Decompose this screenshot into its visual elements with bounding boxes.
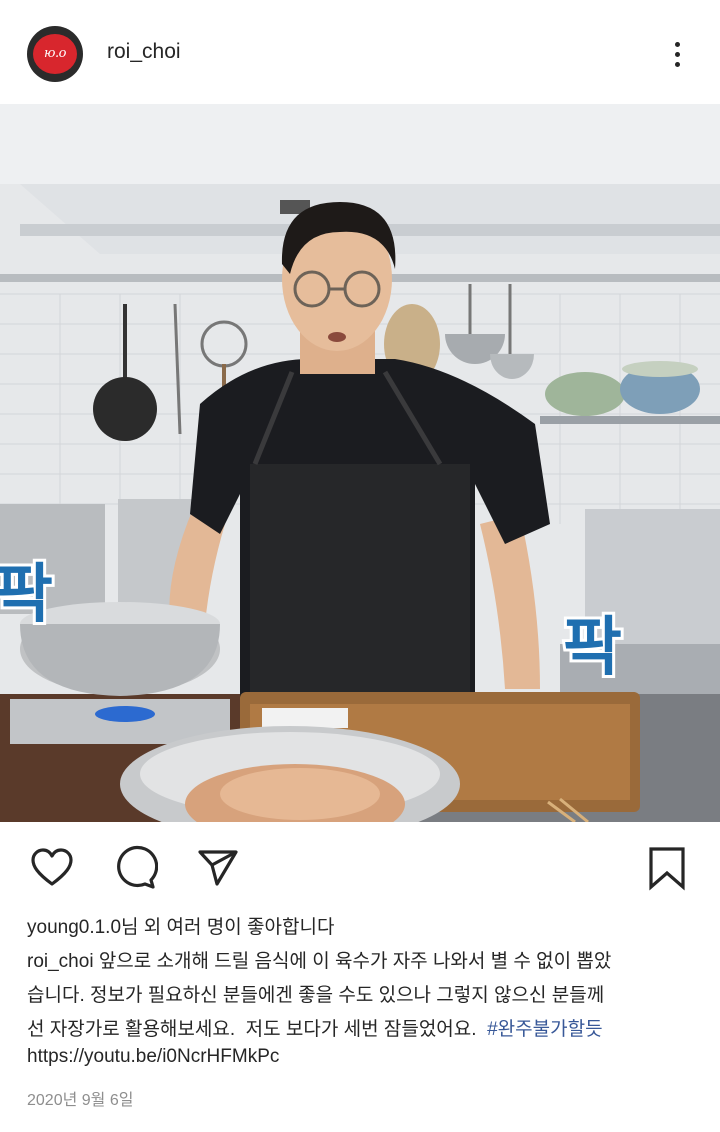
share-button[interactable] [196,845,242,891]
more-options-icon[interactable] [664,36,692,72]
caption-username[interactable]: roi_choi [27,951,94,972]
caption-line-2: 습니다. 정보가 필요하신 분들에겐 좋을 수도 있으나 그렇지 않으신 분들께 [27,985,605,1006]
post-header: ю.о roi_choi [0,0,720,104]
hashtag-link[interactable]: #완주불가할듯 [487,1019,602,1040]
comment-icon [117,845,159,889]
kitchen-scene: 팍 팍 [0,104,720,822]
overlay-text-left: 팍 [0,558,53,632]
avatar-logo: ю.о [33,34,77,74]
bookmark-icon [649,847,685,891]
comment-button[interactable] [112,845,159,891]
caption-line-3: 선 자장가로 활용해보세요. 저도 보다가 세번 잠들었어요. #완주불가할듯 [27,1014,603,1041]
post-image[interactable]: 팍 팍 [0,104,720,822]
like-button[interactable] [29,845,75,891]
paper-plane-icon [198,850,238,886]
profile-avatar[interactable]: ю.о [27,26,83,82]
caption-line-1: roi_choi 앞으로 소개해 드릴 음식에 이 육수가 자주 나와서 별 수… [27,946,611,973]
post-username[interactable]: roi_choi [107,40,181,64]
caption-text-3: 선 자장가로 활용해보세요. 저도 보다가 세번 잠들었어요. [27,1019,488,1040]
overlay-text-right: 팍 [563,611,622,685]
youtube-link[interactable]: https://youtu.be/i0NcrHFMkPc [27,1046,279,1068]
likes-summary[interactable]: young0.1.0님 외 여러 명이 좋아합니다 [27,912,334,939]
likes-text: 님 외 여러 명이 좋아합니다 [121,917,335,938]
save-button[interactable] [644,845,690,891]
liker-username[interactable]: young0.1.0 [27,917,121,938]
caption-text-1: 앞으로 소개해 드릴 음식에 이 육수가 자주 나와서 별 수 없이 뽑았 [93,951,612,972]
post-date: 2020년 9월 6일 [27,1092,134,1109]
heart-icon [31,848,73,886]
